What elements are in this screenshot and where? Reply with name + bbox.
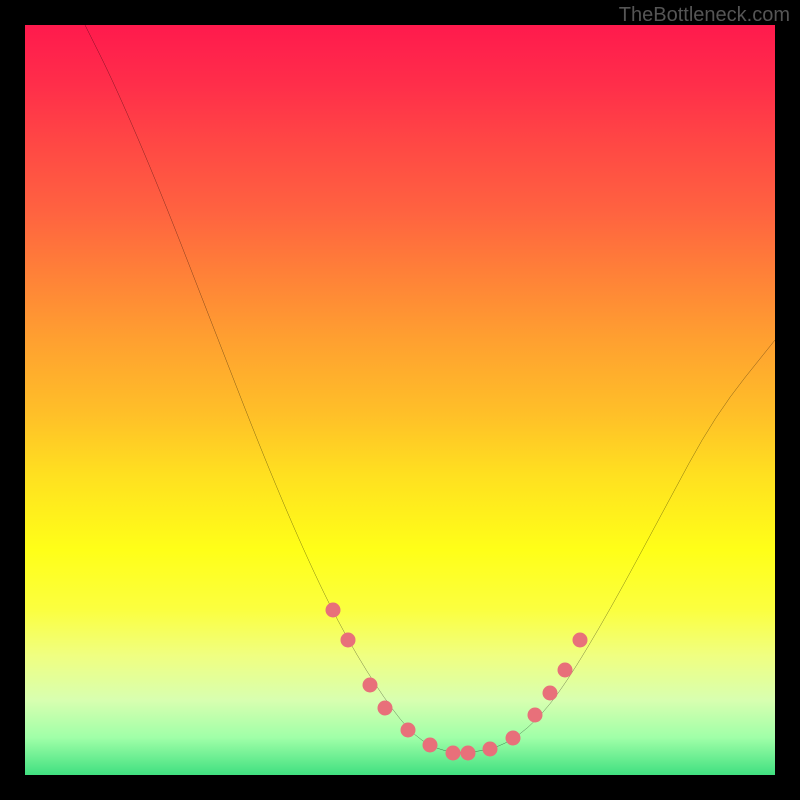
threshold-dot <box>460 745 475 760</box>
threshold-dot <box>445 745 460 760</box>
threshold-dot <box>378 700 393 715</box>
watermark-text: TheBottleneck.com <box>619 4 790 27</box>
bottleneck-curve <box>25 25 775 775</box>
threshold-dot <box>483 741 498 756</box>
chart-plot-area <box>25 25 775 775</box>
threshold-dot <box>363 678 378 693</box>
threshold-dot <box>400 723 415 738</box>
threshold-dot <box>558 663 573 678</box>
threshold-dot <box>325 603 340 618</box>
threshold-dot <box>573 633 588 648</box>
threshold-dot <box>505 730 520 745</box>
threshold-dot <box>543 685 558 700</box>
threshold-dot <box>423 738 438 753</box>
threshold-dot <box>340 633 355 648</box>
threshold-dot <box>528 708 543 723</box>
